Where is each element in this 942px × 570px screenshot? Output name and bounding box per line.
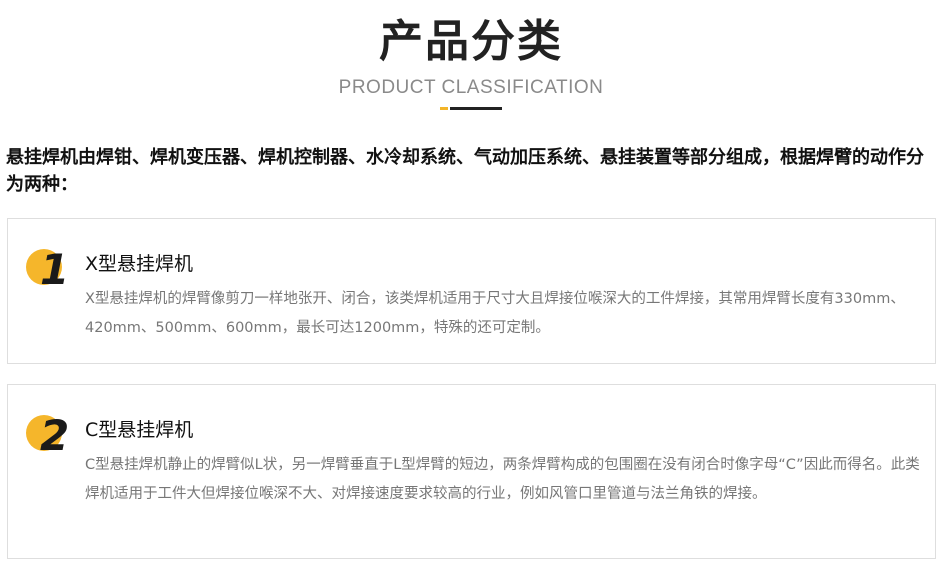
number-digit: 1	[40, 245, 70, 294]
product-card-c-type: 2 C型悬挂焊机 C型悬挂焊机静止的焊臂似L状，另一焊臂垂直于L型焊臂的短边，两…	[7, 384, 936, 559]
title-divider-line	[450, 107, 502, 110]
card-description: X型悬挂焊机的焊臂像剪刀一样地张开、闭合，该类焊机适用于尺寸大且焊接位喉深大的工…	[85, 291, 905, 336]
product-card-x-type: 1 X型悬挂焊机 X型悬挂焊机的焊臂像剪刀一样地张开、闭合，该类焊机适用于尺寸大…	[7, 218, 936, 364]
intro-text: 悬挂焊机由焊钳、焊机变压器、焊机控制器、水冷却系统、气动加压系统、悬挂装置等部分…	[6, 147, 924, 195]
card-title: C型悬挂焊机	[85, 419, 194, 441]
page-subtitle: PRODUCT CLASSIFICATION	[338, 77, 604, 98]
page-title: 产品分类	[379, 16, 563, 67]
number-badge: 2	[26, 411, 76, 465]
number-badge: 1	[26, 245, 76, 299]
card-title: X型悬挂焊机	[85, 253, 194, 275]
number-digit: 2	[40, 411, 70, 460]
title-divider-accent	[440, 107, 448, 110]
card-description: C型悬挂焊机静止的焊臂似L状，另一焊臂垂直于L型焊臂的短边，两条焊臂构成的包围圈…	[85, 457, 920, 502]
